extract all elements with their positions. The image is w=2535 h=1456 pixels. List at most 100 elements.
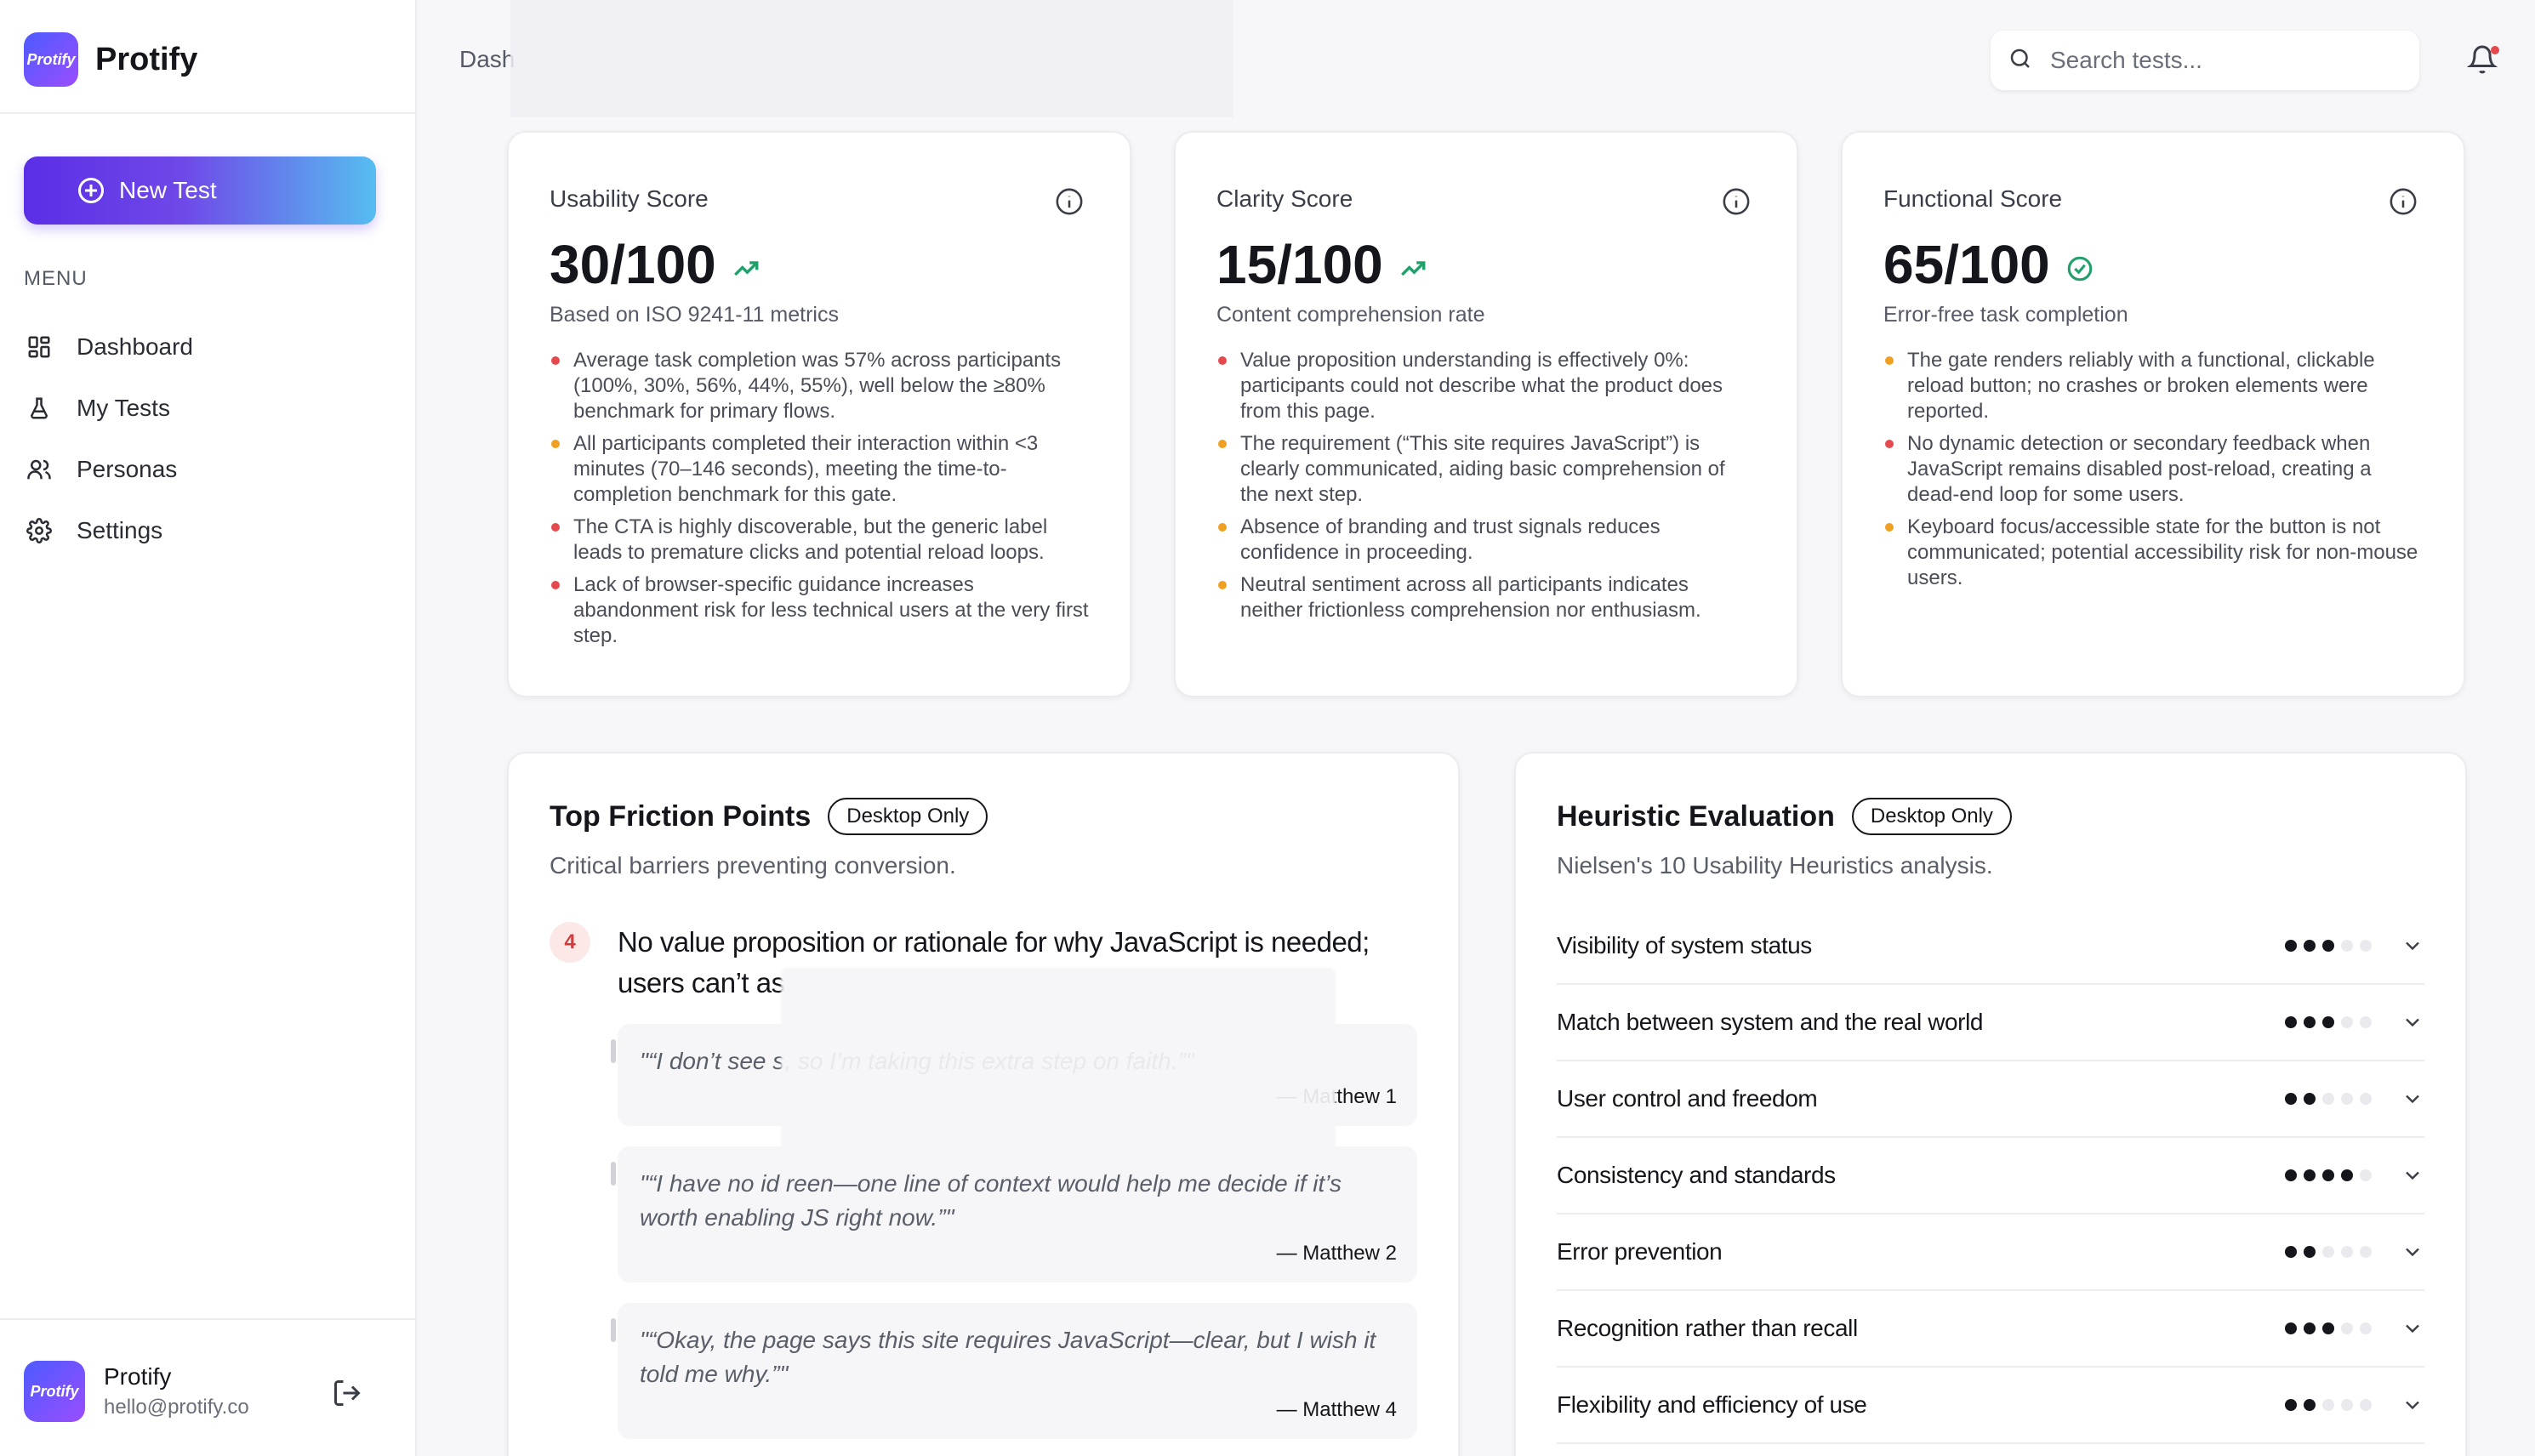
- bullet-text: Value proposition understanding is effec…: [1240, 349, 1723, 423]
- rating-dot: [2341, 1246, 2353, 1258]
- avatar: Protify: [24, 1361, 85, 1422]
- heuristic-row[interactable]: Match between system and the real world: [1557, 985, 2424, 1061]
- score-title: Usability Score: [550, 185, 709, 212]
- rating-dot: [2360, 1399, 2372, 1411]
- rating-dot: [2360, 1322, 2372, 1334]
- heuristic-list: Visibility of system status Match between…: [1557, 908, 2424, 1444]
- rating-dot: [2341, 1322, 2353, 1334]
- score-number: 15/100: [1216, 234, 1383, 295]
- score-subtitle: Based on ISO 9241-11 metrics: [550, 303, 839, 327]
- chevron-down-icon[interactable]: [2401, 1010, 2424, 1034]
- list-item: Absence of branding and trust signals re…: [1216, 515, 1756, 566]
- heuristic-label: Recognition rather than recall: [1557, 1315, 1858, 1341]
- rating-dots: [2285, 1322, 2372, 1334]
- search-input[interactable]: [2050, 47, 2390, 74]
- rating-dots: [2285, 1093, 2372, 1105]
- chevron-down-icon[interactable]: [2401, 1163, 2424, 1187]
- rating-dot: [2322, 1399, 2334, 1411]
- clarity-score-card: Clarity Score 15/100 Content comprehensi…: [1174, 131, 1798, 697]
- rating-dots: [2285, 1016, 2372, 1028]
- panel-title: Top Friction Points Desktop Only: [550, 798, 1417, 835]
- list-item: Value proposition understanding is effec…: [1216, 348, 1756, 424]
- rating-dots: [2285, 1399, 2372, 1411]
- search-bar[interactable]: [1991, 31, 2419, 90]
- new-test-button[interactable]: New Test: [24, 156, 376, 225]
- gear-icon: [24, 515, 54, 546]
- sidebar: Protify Protify New Test MENU Dashboard …: [0, 0, 417, 1456]
- heuristic-label: Match between system and the real world: [1557, 1009, 1984, 1035]
- heuristic-row[interactable]: Flexibility and efficiency of use: [1557, 1368, 2424, 1444]
- usability-score-card: Usability Score 30/100 Based on ISO 9241…: [507, 131, 1131, 697]
- users-icon: [24, 454, 54, 485]
- heuristic-row[interactable]: Error prevention: [1557, 1214, 2424, 1291]
- grid-icon: [24, 332, 54, 362]
- info-icon[interactable]: [1055, 187, 1084, 216]
- rating-dot: [2360, 1093, 2372, 1105]
- sidebar-item-label: Dashboard: [77, 333, 193, 360]
- score-number: 30/100: [550, 234, 716, 295]
- sidebar-item-personas[interactable]: Personas: [24, 439, 193, 500]
- bullet-text: The CTA is highly discoverable, but the …: [573, 515, 1048, 564]
- sidebar-item-dashboard[interactable]: Dashboard: [24, 316, 193, 378]
- quote-author: — Matthew 4: [1276, 1398, 1397, 1421]
- user-profile[interactable]: Protify Protify hello@protify.co: [24, 1361, 249, 1422]
- severity-dot-amber: [1218, 581, 1227, 589]
- sidebar-item-my-tests[interactable]: My Tests: [24, 378, 193, 439]
- score-bullets: Average task completion was 57% across p…: [550, 348, 1089, 649]
- chevron-down-icon[interactable]: [2401, 1317, 2424, 1340]
- info-icon[interactable]: [1722, 187, 1751, 216]
- list-item: Average task completion was 57% across p…: [550, 348, 1089, 424]
- brand[interactable]: Protify Protify: [24, 32, 197, 87]
- notification-dot: [2491, 46, 2499, 54]
- severity-dot-amber: [1885, 356, 1894, 365]
- bullet-text: Absence of branding and trust signals re…: [1240, 515, 1661, 564]
- panel-subtitle: Critical barriers preventing conversion.: [550, 852, 956, 879]
- rating-dot: [2322, 1093, 2334, 1105]
- breadcrumb[interactable]: Dash: [459, 46, 515, 73]
- sidebar-item-settings[interactable]: Settings: [24, 500, 193, 561]
- bullet-text: Keyboard focus/accessible state for the …: [1907, 515, 2418, 589]
- list-item: No dynamic detection or secondary feedba…: [1883, 431, 2423, 508]
- friction-title: Top Friction Points: [550, 799, 812, 833]
- chevron-down-icon[interactable]: [2401, 1087, 2424, 1111]
- heuristic-row[interactable]: Consistency and standards: [1557, 1138, 2424, 1214]
- sidebar-nav: Dashboard My Tests Personas Settings: [24, 316, 193, 561]
- rating-dot: [2360, 1246, 2372, 1258]
- list-item: Lack of browser-specific guidance increa…: [550, 572, 1089, 649]
- notification-bell-icon[interactable]: [2466, 44, 2501, 78]
- logout-icon[interactable]: [332, 1378, 362, 1408]
- rating-dot: [2341, 940, 2353, 952]
- heuristic-row[interactable]: Recognition rather than recall: [1557, 1291, 2424, 1368]
- chevron-down-icon[interactable]: [2401, 1240, 2424, 1264]
- rating-dot: [2304, 1246, 2316, 1258]
- top-header: Dash: [417, 0, 2535, 119]
- score-title: Functional Score: [1883, 185, 2063, 212]
- score-subtitle: Content comprehension rate: [1216, 303, 1485, 327]
- divider: [0, 1318, 417, 1320]
- bullet-text: The requirement (“This site requires Jav…: [1240, 432, 1725, 506]
- heuristic-row[interactable]: User control and freedom: [1557, 1061, 2424, 1138]
- heuristic-label: Flexibility and efficiency of use: [1557, 1391, 1867, 1418]
- list-item: All participants completed their interac…: [550, 431, 1089, 508]
- severity-dot-red: [1218, 356, 1227, 365]
- user-name: Protify: [104, 1363, 172, 1390]
- info-icon[interactable]: [2389, 187, 2418, 216]
- rating-dot: [2285, 1093, 2297, 1105]
- heuristic-label: Visibility of system status: [1557, 932, 1812, 958]
- quote-author: — Matthew 2: [1276, 1242, 1397, 1265]
- search-icon: [2008, 46, 2033, 76]
- heuristic-row[interactable]: Visibility of system status: [1557, 908, 2424, 985]
- sidebar-item-label: Settings: [77, 517, 163, 543]
- list-item: The gate renders reliably with a functio…: [1883, 348, 2423, 424]
- rating-dot: [2304, 1322, 2316, 1334]
- list-item: The CTA is highly discoverable, but the …: [550, 515, 1089, 566]
- score-value: 65/100: [1883, 233, 2423, 296]
- chevron-down-icon[interactable]: [2401, 934, 2424, 958]
- list-item: The requirement (“This site requires Jav…: [1216, 431, 1756, 508]
- bullet-text: The gate renders reliably with a functio…: [1907, 349, 2375, 423]
- severity-dot-amber: [1218, 440, 1227, 448]
- rating-dot: [2304, 1093, 2316, 1105]
- chevron-down-icon[interactable]: [2401, 1393, 2424, 1417]
- rating-dot: [2341, 1169, 2353, 1181]
- list-item: Neutral sentiment across all participant…: [1216, 572, 1756, 623]
